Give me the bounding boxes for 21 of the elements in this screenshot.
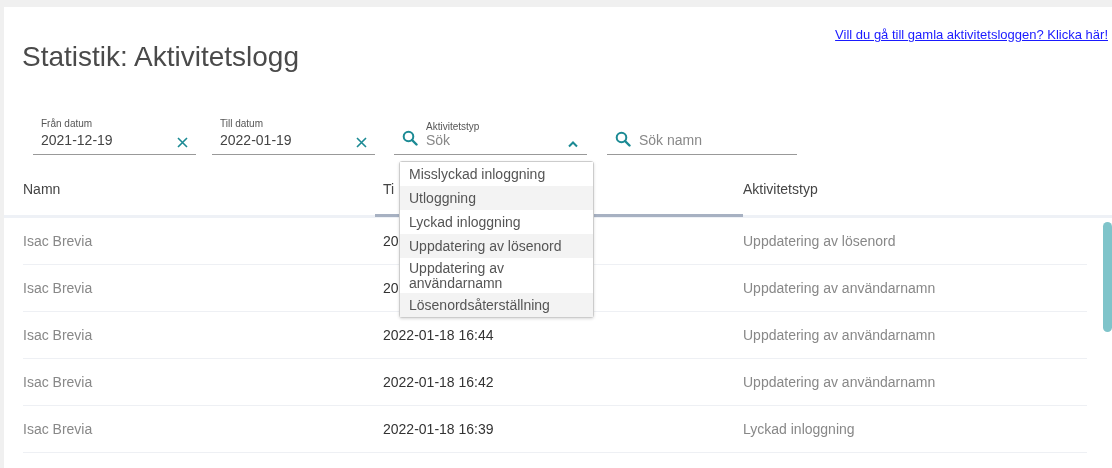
table-cell: Isac Brevia: [23, 327, 93, 343]
field-label: Till datum: [220, 118, 264, 129]
table-cell: Isac Brevia: [23, 374, 93, 390]
field-label: Från datum: [41, 118, 94, 129]
field-value: 2022-01-19: [220, 132, 293, 148]
page-title: Statistik: Aktivitetslogg: [22, 41, 299, 73]
table-cell: Isac Brevia: [23, 421, 93, 437]
field-placeholder: Sök: [426, 132, 452, 148]
table-cell: Uppdatering av användarnamn: [743, 327, 936, 343]
table-cell: Uppdatering av lösenord: [743, 233, 896, 249]
table-cell: 2022-01-18 16:44: [383, 327, 494, 343]
field-value: 2021-12-19: [41, 132, 114, 148]
table-cell: Uppdatering av användarnamn: [743, 280, 936, 296]
table-cell: 2022-01-18 16:42: [383, 374, 494, 390]
table-cell: 2022-01-18 16:39: [383, 421, 494, 437]
table-cell: Isac Brevia: [23, 233, 93, 249]
table-cell: Uppdatering av användarnamn: [743, 374, 936, 390]
field-placeholder: Sök namn: [639, 132, 703, 148]
field-label: Aktivitetstyp: [426, 121, 481, 132]
table-cell: Lyckad inloggning: [743, 421, 855, 437]
table-cell: Isac Brevia: [23, 280, 93, 296]
